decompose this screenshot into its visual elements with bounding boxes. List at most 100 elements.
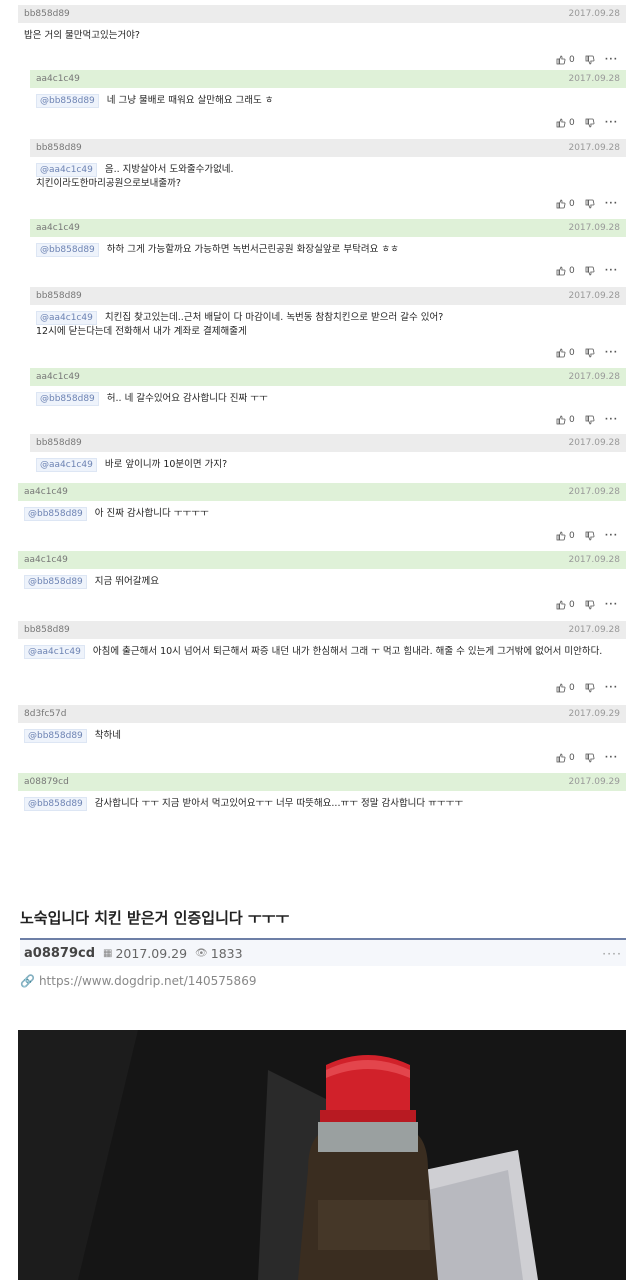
thumbs-up-icon — [556, 600, 566, 610]
comment-author[interactable]: aa4c1c49 — [24, 487, 68, 497]
post-more-button[interactable]: ···· — [602, 946, 622, 961]
comment-header: bb858d89 2017.09.28 — [18, 621, 626, 639]
comment-date: 2017.09.29 — [568, 709, 620, 719]
post-author[interactable]: a08879cd — [24, 946, 95, 961]
dislike-button[interactable] — [585, 683, 595, 693]
comment-actions: 0 ··· — [556, 264, 618, 278]
comment-text: 치킨집 찾고있는데..근처 배달이 다 마감이네. 녹번동 참참치킨으로 받으러… — [36, 312, 444, 337]
more-dots-icon[interactable]: ··· — [605, 531, 618, 541]
comment-body: @bb858d89 감사합니다 ㅜㅜ 지금 받아서 먹고있어요ㅜㅜ 너무 따뜻해요… — [24, 797, 620, 811]
comment-author[interactable]: bb858d89 — [24, 9, 70, 19]
more-dots-icon[interactable]: ··· — [605, 415, 618, 425]
like-button[interactable]: 0 — [556, 753, 575, 763]
mention-link[interactable]: @bb858d89 — [24, 575, 87, 589]
more-dots-icon[interactable]: ··· — [605, 118, 618, 128]
like-button[interactable]: 0 — [556, 600, 575, 610]
like-count: 0 — [569, 600, 575, 610]
comment-author[interactable]: aa4c1c49 — [24, 555, 68, 565]
like-button[interactable]: 0 — [556, 55, 575, 65]
mention-link[interactable]: @aa4c1c49 — [36, 311, 97, 325]
mention-link[interactable]: @aa4c1c49 — [36, 163, 97, 177]
like-button[interactable]: 0 — [556, 118, 575, 128]
dislike-button[interactable] — [585, 118, 595, 128]
more-dots-icon[interactable]: ··· — [605, 348, 618, 358]
more-dots-icon[interactable]: ··· — [605, 683, 618, 693]
dislike-button[interactable] — [585, 753, 595, 763]
more-dots-icon[interactable]: ··· — [605, 600, 618, 610]
mention-link[interactable]: @bb858d89 — [24, 797, 87, 811]
like-count: 0 — [569, 118, 575, 128]
comment-author[interactable]: bb858d89 — [36, 143, 82, 153]
mention-link[interactable]: @bb858d89 — [24, 507, 87, 521]
comment-author[interactable]: 8d3fc57d — [24, 709, 66, 719]
comment-author[interactable]: aa4c1c49 — [36, 74, 80, 84]
more-dots-icon[interactable]: ··· — [605, 266, 618, 276]
comment-author[interactable]: aa4c1c49 — [36, 223, 80, 233]
comment-text: 밥은 거의 물만먹고있는거야? — [24, 30, 140, 41]
thumbs-down-icon — [585, 55, 595, 65]
post-views: 1833 — [210, 945, 243, 961]
mention-link[interactable]: @bb858d89 — [36, 392, 99, 406]
comment-author[interactable]: a08879cd — [24, 777, 69, 787]
mention-link[interactable]: @bb858d89 — [24, 729, 87, 743]
thumbs-up-icon — [556, 118, 566, 128]
comment-header: aa4c1c49 2017.09.28 — [18, 483, 626, 501]
dislike-button[interactable] — [585, 600, 595, 610]
like-button[interactable]: 0 — [556, 348, 575, 358]
like-count: 0 — [569, 683, 575, 693]
comment-actions: 0 ··· — [556, 681, 618, 695]
like-button[interactable]: 0 — [556, 415, 575, 425]
thumbs-down-icon — [585, 753, 595, 763]
dislike-button[interactable] — [585, 266, 595, 276]
comment-date: 2017.09.28 — [568, 555, 620, 565]
more-dots-icon[interactable]: ··· — [605, 55, 618, 65]
dislike-button[interactable] — [585, 348, 595, 358]
dislike-button[interactable] — [585, 531, 595, 541]
like-button[interactable]: 0 — [556, 266, 575, 276]
comment-header: aa4c1c49 2017.09.28 — [30, 368, 626, 386]
comment-body: @bb858d89 지금 뛰어갈께요 — [24, 575, 620, 589]
like-button[interactable]: 0 — [556, 683, 575, 693]
comment-body: @bb858d89 허.. 네 갈수있어요 감사합니다 진짜 ㅜㅜ — [36, 392, 620, 406]
comment-author[interactable]: bb858d89 — [36, 438, 82, 448]
comment-header: a08879cd 2017.09.29 — [18, 773, 626, 791]
comment-actions: 0 ··· — [556, 53, 618, 67]
comment-author[interactable]: bb858d89 — [36, 291, 82, 301]
calendar-icon: ▦ — [103, 947, 113, 959]
comment-body: @aa4c1c49 아침에 출근해서 10시 넘어서 퇴근해서 짜증 내던 내가 … — [24, 645, 620, 659]
more-dots-icon[interactable]: ··· — [605, 753, 618, 763]
post-link[interactable]: 🔗 https://www.dogdrip.net/140575869 — [20, 974, 626, 988]
comment-author[interactable]: bb858d89 — [24, 625, 70, 635]
comment-author[interactable]: aa4c1c49 — [36, 372, 80, 382]
more-dots-icon[interactable]: ··· — [605, 199, 618, 209]
thumbs-up-icon — [556, 415, 566, 425]
mention-link[interactable]: @aa4c1c49 — [24, 645, 85, 659]
like-count: 0 — [569, 753, 575, 763]
comment-item: aa4c1c49 2017.09.28 @bb858d89 지금 뛰어갈께요 0 ··· — [18, 551, 626, 611]
mention-link[interactable]: @bb858d89 — [36, 243, 99, 257]
dislike-button[interactable] — [585, 415, 595, 425]
mention-link[interactable]: @aa4c1c49 — [36, 458, 97, 472]
post-url[interactable]: https://www.dogdrip.net/140575869 — [39, 974, 257, 988]
post-section: 노숙입니다 치킨 받은거 인증입니다 ㅜㅜㅜ a08879cd ▦ 2017.0… — [20, 906, 626, 988]
like-button[interactable]: 0 — [556, 199, 575, 209]
like-count: 0 — [569, 531, 575, 541]
comment-item: bb858d89 2017.09.28 @aa4c1c49 아침에 출근해서 10시 … — [18, 621, 626, 695]
comment-text: 아 진짜 감사합니다 ㅜㅜㅜㅜ — [94, 508, 209, 519]
post-date: 2017.09.29 — [115, 945, 188, 961]
like-count: 0 — [569, 266, 575, 276]
comment-body: @aa4c1c49 치킨집 찾고있는데..근처 배달이 다 마감이네. 녹번동 참… — [36, 311, 620, 339]
comment-item: bb858d89 2017.09.28 @aa4c1c49 바로 앞이니까 10분이면… — [30, 434, 626, 472]
thumbs-up-icon — [556, 55, 566, 65]
thumbs-down-icon — [585, 600, 595, 610]
comment-text: 하하 그게 가능할까요 가능하면 녹번서근린공원 화장실앞로 부탁려요 ㅎㅎ — [106, 244, 399, 255]
comment-body: @bb858d89 하하 그게 가능할까요 가능하면 녹번서근린공원 화장실앞로 … — [36, 243, 620, 257]
dislike-button[interactable] — [585, 199, 595, 209]
dislike-button[interactable] — [585, 55, 595, 65]
comment-actions: 0 ··· — [556, 346, 618, 360]
thumbs-up-icon — [556, 683, 566, 693]
thumbs-up-icon — [556, 199, 566, 209]
comment-actions: 0 ··· — [556, 598, 618, 612]
mention-link[interactable]: @bb858d89 — [36, 94, 99, 108]
like-button[interactable]: 0 — [556, 531, 575, 541]
